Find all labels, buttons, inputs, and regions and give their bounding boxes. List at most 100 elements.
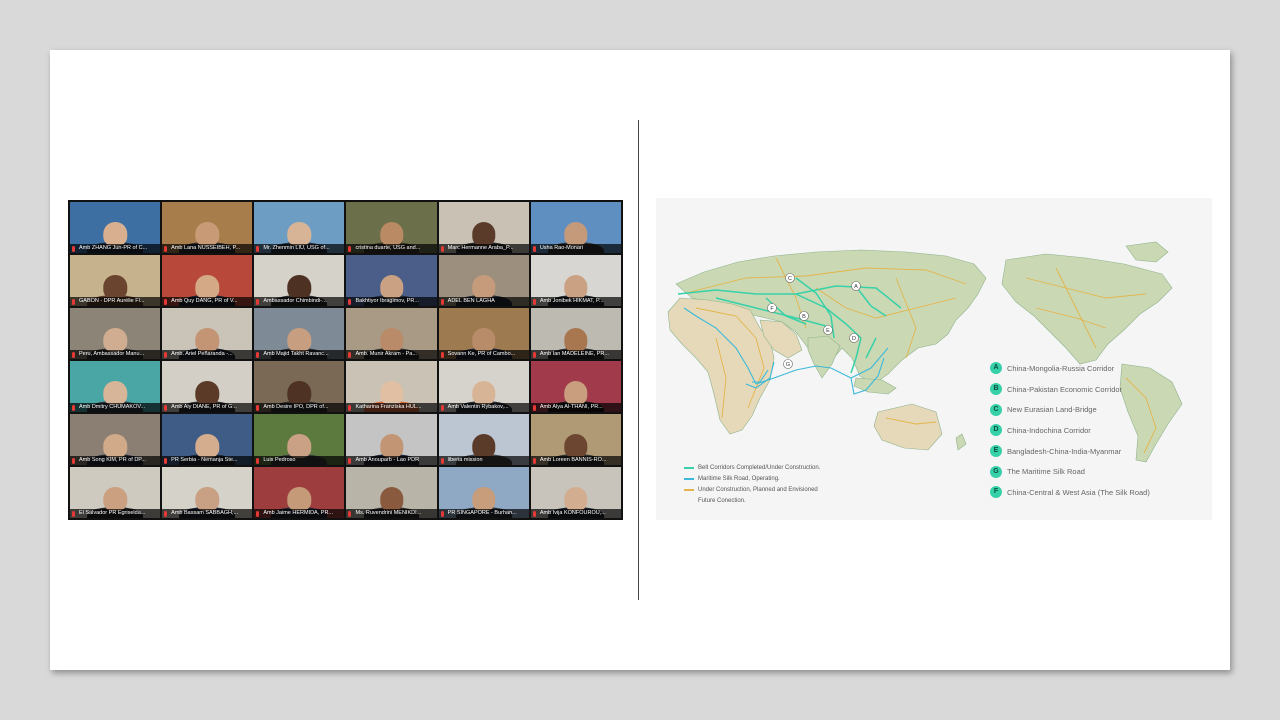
participant-tile[interactable]: Amb Loreen BANNIS-RO...	[530, 414, 621, 465]
participant-avatar	[564, 434, 588, 458]
participant-name: Amb Anouparb - Lao PDR	[346, 456, 437, 465]
svg-text:G: G	[786, 362, 790, 368]
muted-mic-icon	[72, 298, 75, 305]
participant-avatar	[103, 487, 127, 511]
muted-mic-icon	[440, 298, 444, 305]
greenland	[1125, 241, 1169, 263]
participant-tile[interactable]: Luis Pedroso	[254, 414, 345, 465]
legend-swatch	[684, 477, 694, 480]
participant-avatar	[564, 381, 588, 405]
participant-name: Marc Hermanne Araba_P...	[438, 244, 529, 253]
corridor-label: China-Indochina Corridor	[1007, 425, 1091, 435]
participant-name: Amb Jonibek HIKMAT, P...	[530, 297, 621, 306]
corridor-legend-item: D China-Indochina Corridor	[990, 420, 1150, 441]
participant-avatar	[472, 434, 496, 458]
participant-tile[interactable]: Mr. Zhenmin LIU, USG of...	[254, 202, 345, 253]
participant-tile[interactable]: Usha Rao-Monari	[530, 202, 621, 253]
participant-name: cristina duarte, USG and...	[346, 244, 437, 253]
participant-tile[interactable]: Sovann Ke, PR of Cambo...	[438, 308, 529, 359]
participant-tile[interactable]: Amb Aly DIANE, PR of G...	[162, 361, 253, 412]
slide-divider	[638, 120, 639, 600]
muted-mic-icon	[532, 245, 536, 252]
participant-tile[interactable]: Amb Dmitry CHUMAKOV...	[70, 361, 161, 412]
participant-tile[interactable]: Amb Ian MADELEINE, PR...	[530, 308, 621, 359]
participant-tile[interactable]: Amb Anouparb - Lao PDR	[346, 414, 437, 465]
participant-avatar	[103, 434, 127, 458]
muted-mic-icon	[72, 245, 75, 252]
participant-tile[interactable]: PR SINGAPORE - Burhan...	[438, 467, 529, 518]
participant-tile[interactable]: Amb. Ariel Peñaranda -...	[162, 308, 253, 359]
participant-tile[interactable]: PR Serbia - Nemanja Ste...	[162, 414, 253, 465]
participant-name: Amb Aly DIANE, PR of G...	[162, 403, 253, 412]
svg-text:C: C	[788, 276, 792, 282]
line-legend-item: Future Conection.	[684, 495, 820, 506]
participant-tile[interactable]: Amb Lana NUSSEIBEH, P...	[162, 202, 253, 253]
participant-name: Amb Loreen BANNIS-RO...	[530, 456, 621, 465]
participant-tile[interactable]: Amb Jonibek HIKMAT, P...	[530, 255, 621, 306]
participant-tile[interactable]: Amb ZHANG Jun-PR of C...	[70, 202, 161, 253]
participant-tile[interactable]: Amb Alya Al-THANI, PR...	[530, 361, 621, 412]
corridor-legend-item: B China-Pakistan Economic Corridor	[990, 379, 1150, 400]
corridor-legend-item: E Bangladesh-China-India-Myanmar	[990, 441, 1150, 462]
india-landmass	[807, 335, 841, 379]
participant-avatar	[564, 328, 588, 352]
muted-mic-icon	[440, 351, 444, 358]
participant-avatar	[287, 487, 312, 511]
corridor-label: Bangladesh-China-India-Myanmar	[1007, 446, 1122, 456]
participant-tile[interactable]: Amb Bassam SABBAGH,...	[162, 467, 253, 518]
corridor-label: China-Mongolia-Russia Corridor	[1007, 363, 1115, 373]
participant-tile[interactable]: Katharina Franziska HUL...	[346, 361, 437, 412]
corridor-letter-badge: C	[990, 403, 1002, 416]
muted-mic-icon	[72, 404, 75, 411]
participant-name: Ambassador Chimbindi-...	[254, 297, 345, 306]
line-legend: Belt Corridors Completed/Under Construct…	[684, 462, 820, 506]
participant-tile[interactable]: GABON - DPR Aurélie Fl...	[70, 255, 161, 306]
participant-tile[interactable]: Amb Song KIM, PR of DP...	[70, 414, 161, 465]
participant-tile[interactable]: cristina duarte, USG and...	[346, 202, 437, 253]
participant-avatar	[472, 222, 496, 246]
participant-tile[interactable]: Amb Desire IPO, DPR of...	[254, 361, 345, 412]
participant-tile[interactable]: Amb Valentin Rybakov,...	[438, 361, 529, 412]
participant-tile[interactable]: Amb Ivija KONFOUROU,...	[530, 467, 621, 518]
muted-mic-icon	[164, 510, 168, 517]
participant-name: Bakhtiyor Ibragimov, PR...	[346, 297, 437, 306]
route-marker-f: F	[767, 303, 777, 313]
participant-tile[interactable]: Ambassador Chimbindi-...	[254, 255, 345, 306]
participant-name: Peru, Ambassador Manu...	[70, 350, 161, 359]
participant-tile[interactable]: Amb Jaime HERMIDA, PR...	[254, 467, 345, 518]
participant-tile[interactable]: Amb. Munir Akram - Pa...	[346, 308, 437, 359]
svg-text:A: A	[854, 284, 858, 290]
participant-name: liberia mission	[438, 456, 529, 465]
participant-tile[interactable]: Amb Quy DANG, PR of V...	[162, 255, 253, 306]
muted-mic-icon	[440, 510, 444, 517]
corridor-letter-badge: G	[990, 465, 1002, 478]
participant-avatar	[472, 487, 496, 511]
participant-avatar	[379, 381, 404, 405]
participant-tile[interactable]: Bakhtiyor Ibragimov, PR...	[346, 255, 437, 306]
participant-tile[interactable]: Peru, Ambassador Manu...	[70, 308, 161, 359]
participant-avatar	[287, 275, 312, 299]
australia-landmass	[873, 403, 943, 451]
legend-swatch	[684, 466, 694, 469]
participant-avatar	[195, 275, 219, 299]
corridor-label: China-Pakistan Economic Corridor	[1007, 384, 1123, 394]
participant-tile[interactable]: liberia mission	[438, 414, 529, 465]
corridor-legend: A China-Mongolia-Russia Corridor B China-Pa…	[990, 358, 1150, 503]
participant-avatar	[287, 381, 312, 405]
route-marker-g: G	[783, 359, 793, 369]
participant-name: Amb Dmitry CHUMAKOV...	[70, 403, 161, 412]
participant-tile[interactable]: Ms. Ruvendrini MENIKDI...	[346, 467, 437, 518]
muted-mic-icon	[440, 245, 444, 252]
participant-tile[interactable]: El Salvador PR Egriselda...	[70, 467, 161, 518]
participant-tile[interactable]: ADEL BEN LAGHA	[438, 255, 529, 306]
participant-tile[interactable]: Marc Hermanne Araba_P...	[438, 202, 529, 253]
muted-mic-icon	[164, 245, 168, 252]
participant-avatar	[287, 434, 312, 458]
participant-avatar	[195, 328, 219, 352]
participant-tile[interactable]: Amb Majid Takht Ravanc...	[254, 308, 345, 359]
participant-name: Mr. Zhenmin LIU, USG of...	[254, 244, 345, 253]
legend-label: Maritime Silk Road, Operating.	[698, 475, 780, 482]
muted-mic-icon	[256, 245, 260, 252]
muted-mic-icon	[164, 457, 168, 464]
corridor-label: New Eurasian Land-Bridge	[1007, 405, 1097, 415]
